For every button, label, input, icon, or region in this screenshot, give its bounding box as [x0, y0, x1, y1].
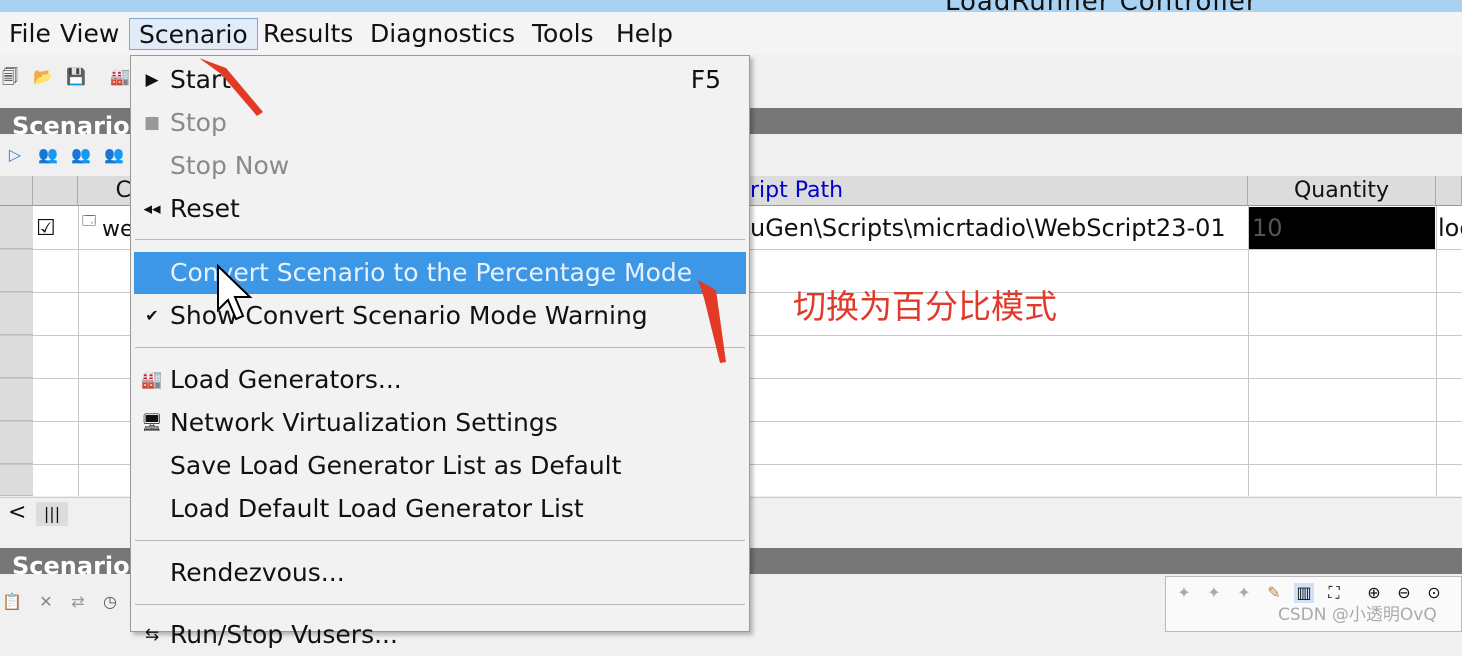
annotation-note: 切换为百分比模式 — [793, 287, 1057, 326]
arrow-to-convert-item — [698, 280, 726, 363]
watermark: CSDN @小透明OvQ — [1278, 605, 1437, 625]
arrow-to-scenario-menu — [199, 58, 263, 116]
mouse-cursor-icon — [217, 264, 253, 321]
